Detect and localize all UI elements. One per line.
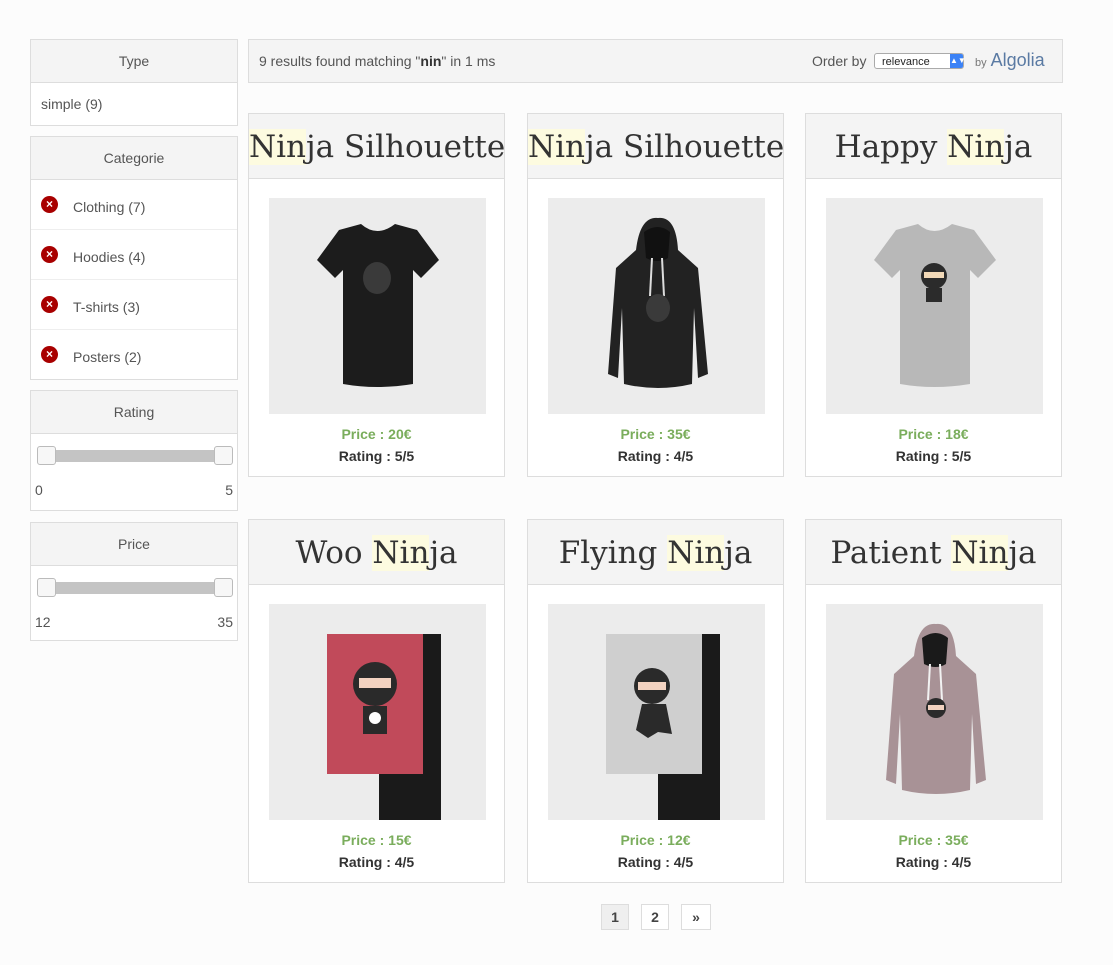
page-1-button[interactable]: 1 <box>601 904 629 930</box>
product-title[interactable]: Patient Ninja <box>806 520 1061 585</box>
product-rating: Rating : 4/5 <box>895 854 972 870</box>
product-rating: Rating : 4/5 <box>617 448 694 464</box>
facet-rating: Rating 0 5 <box>30 390 238 511</box>
price-slider-track[interactable] <box>39 582 229 594</box>
facet-item-clothing[interactable]: × Clothing (7) <box>31 180 237 230</box>
remove-icon[interactable]: × <box>41 246 58 263</box>
product-price: Price : 18€ <box>898 426 969 442</box>
highlight: Nin <box>249 129 307 165</box>
facet-price: Price 12 35 <box>30 522 238 641</box>
facet-categorie: Categorie × Clothing (7) × Hoodies (4) ×… <box>30 136 238 380</box>
facet-item-label: T-shirts (3) <box>73 299 140 315</box>
product-card[interactable]: Flying Ninja Price : 12€ Rating : 4/5 <box>527 519 784 883</box>
highlight: Nin <box>947 129 1005 165</box>
product-title[interactable]: Ninja Silhouette <box>249 114 504 179</box>
facet-categorie-title: Categorie <box>31 137 237 180</box>
product-price: Price : 35€ <box>898 832 969 848</box>
page-2-button[interactable]: 2 <box>641 904 669 930</box>
product-card[interactable]: Ninja Silhouette Price : 20€ Rating : 5/… <box>248 113 505 477</box>
facet-price-title: Price <box>31 523 237 566</box>
algolia-brand: Algolia <box>990 50 1045 70</box>
product-rating: Rating : 4/5 <box>338 854 415 870</box>
price-max-value: 35 <box>217 614 233 630</box>
rating-slider-min-handle[interactable] <box>37 446 56 465</box>
rating-slider-max-handle[interactable] <box>214 446 233 465</box>
product-price: Price : 20€ <box>341 426 412 442</box>
facet-item-posters[interactable]: × Posters (2) <box>31 330 237 379</box>
facet-item-tshirts[interactable]: × T-shirts (3) <box>31 280 237 330</box>
facet-item-label: Posters (2) <box>73 349 142 365</box>
product-card[interactable]: Happy Ninja Price : 18€ Rating : 5/5 <box>805 113 1062 477</box>
product-card[interactable]: Ninja Silhouette Price : 35€ Rating : 4/… <box>527 113 784 477</box>
highlight: Nin <box>667 535 725 571</box>
rating-slider-track[interactable] <box>39 450 229 462</box>
product-card[interactable]: Patient Ninja Price : 35€ Rating : 4/5 <box>805 519 1062 883</box>
remove-icon[interactable]: × <box>41 296 58 313</box>
product-image-grey-tshirt[interactable] <box>826 198 1043 414</box>
order-by-select[interactable]: relevance ▲▼ <box>874 53 966 69</box>
product-title[interactable]: Ninja Silhouette <box>528 114 783 179</box>
product-price: Price : 15€ <box>341 832 412 848</box>
highlight: Nin <box>372 535 430 571</box>
product-price: Price : 12€ <box>620 832 691 848</box>
facet-type-title: Type <box>31 40 237 83</box>
select-arrows-icon[interactable]: ▲▼ <box>950 54 966 68</box>
highlight: Nin <box>951 535 1009 571</box>
facet-rating-title: Rating <box>31 391 237 434</box>
rating-slider[interactable]: 0 5 <box>31 434 237 510</box>
next-page-button[interactable]: » <box>681 904 711 930</box>
remove-icon[interactable]: × <box>41 196 58 213</box>
price-slider-max-handle[interactable] <box>214 578 233 597</box>
facet-item-label: Clothing (7) <box>73 199 146 215</box>
product-rating: Rating : 4/5 <box>617 854 694 870</box>
order-by-value: relevance <box>882 56 930 68</box>
product-card[interactable]: Woo Ninja Price : 15€ Rating : 4/5 <box>248 519 505 883</box>
results-summary: 9 results found matching "nin" in 1 ms <box>259 53 496 69</box>
rating-min-value: 0 <box>35 482 43 498</box>
facet-item-label: Hoodies (4) <box>73 249 146 265</box>
price-slider[interactable]: 12 35 <box>31 566 237 640</box>
remove-icon[interactable]: × <box>41 346 58 363</box>
price-min-value: 12 <box>35 614 51 630</box>
product-image-black-hoodie[interactable] <box>548 198 765 414</box>
product-title[interactable]: Flying Ninja <box>528 520 783 585</box>
facet-type: Type simple (9) <box>30 39 238 126</box>
algolia-logo[interactable]: by Algolia <box>975 50 1045 71</box>
facet-type-item-simple[interactable]: simple (9) <box>31 83 237 125</box>
highlight: Nin <box>528 129 586 165</box>
product-rating: Rating : 5/5 <box>895 448 972 464</box>
product-title[interactable]: Woo Ninja <box>249 520 504 585</box>
facet-item-hoodies[interactable]: × Hoodies (4) <box>31 230 237 280</box>
product-price: Price : 35€ <box>620 426 691 442</box>
product-title[interactable]: Happy Ninja <box>806 114 1061 179</box>
product-image-grey-poster[interactable] <box>548 604 765 820</box>
product-image-mauve-hoodie[interactable] <box>826 604 1043 820</box>
product-image-black-tshirt[interactable] <box>269 198 486 414</box>
price-slider-min-handle[interactable] <box>37 578 56 597</box>
product-image-red-poster[interactable] <box>269 604 486 820</box>
rating-max-value: 5 <box>225 482 233 498</box>
results-bar: 9 results found matching "nin" in 1 ms O… <box>248 39 1063 83</box>
results-query: nin <box>420 53 442 69</box>
product-rating: Rating : 5/5 <box>338 448 415 464</box>
order-by-label: Order by <box>812 53 867 69</box>
